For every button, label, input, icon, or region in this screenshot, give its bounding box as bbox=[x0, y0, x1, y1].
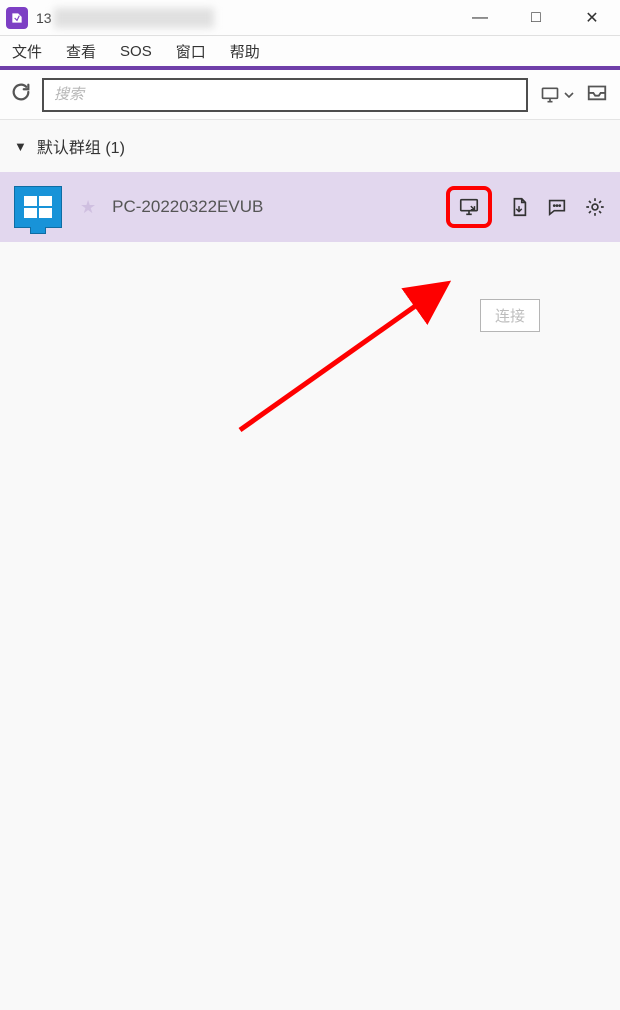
computer-icon bbox=[14, 186, 62, 228]
minimize-button[interactable]: — bbox=[452, 0, 508, 36]
window-controls: — □ ✕ bbox=[452, 0, 620, 36]
chevron-down-icon bbox=[564, 92, 574, 98]
maximize-button[interactable]: □ bbox=[508, 0, 564, 36]
close-button[interactable]: ✕ bbox=[564, 0, 620, 36]
group-name: 默认群组 bbox=[37, 140, 101, 157]
device-name: PC-20220322EVUB bbox=[112, 197, 436, 217]
menubar: 文件 查看 SOS 窗口 帮助 bbox=[0, 36, 620, 70]
favorite-star-icon[interactable]: ★ bbox=[80, 197, 96, 218]
menu-view[interactable]: 查看 bbox=[66, 41, 96, 62]
file-transfer-button[interactable] bbox=[508, 196, 530, 218]
search-input-wrapper bbox=[42, 78, 528, 112]
title-redacted bbox=[54, 8, 214, 28]
gear-icon bbox=[584, 196, 606, 218]
view-mode-dropdown[interactable] bbox=[538, 85, 574, 105]
file-transfer-icon bbox=[508, 196, 530, 218]
menu-window[interactable]: 窗口 bbox=[176, 41, 206, 62]
chat-icon bbox=[546, 196, 568, 218]
disclosure-triangle-icon[interactable]: ▼ bbox=[14, 139, 27, 154]
menu-help[interactable]: 帮助 bbox=[230, 41, 260, 62]
group-header[interactable]: ▼ 默认群组 (1) bbox=[0, 120, 620, 172]
chat-button[interactable] bbox=[546, 196, 568, 218]
device-action-bar bbox=[446, 186, 606, 228]
group-count: (1) bbox=[105, 140, 125, 157]
menu-file[interactable]: 文件 bbox=[12, 41, 42, 62]
titlebar: 13 — □ ✕ bbox=[0, 0, 620, 36]
device-row[interactable]: ★ PC-20220322EVUB bbox=[0, 172, 620, 242]
app-icon bbox=[6, 7, 28, 29]
monitor-arrow-icon bbox=[458, 196, 480, 218]
connect-tooltip: 连接 bbox=[480, 299, 540, 332]
search-input[interactable] bbox=[54, 86, 516, 103]
inbox-icon[interactable] bbox=[584, 81, 610, 108]
annotation-arrow bbox=[230, 270, 480, 440]
menu-sos[interactable]: SOS bbox=[120, 43, 152, 60]
connect-button[interactable] bbox=[446, 186, 492, 228]
toolbar bbox=[0, 70, 620, 120]
settings-button[interactable] bbox=[584, 196, 606, 218]
window-title: 13 bbox=[36, 10, 52, 26]
refresh-icon[interactable] bbox=[10, 81, 32, 108]
